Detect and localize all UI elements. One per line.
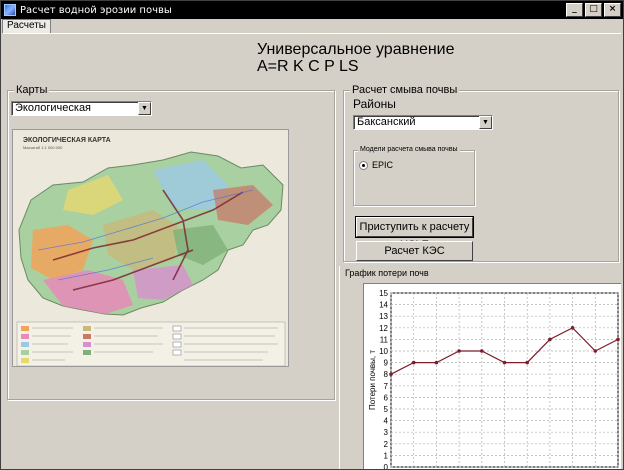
data-point — [593, 349, 598, 353]
y-axis-label: Потери почвы, т — [368, 350, 377, 410]
erosion-group-label: Расчет смыва почвы — [350, 84, 460, 96]
data-point — [434, 360, 439, 365]
chart-area: 0 1 2 3 4 5 6 7 8 9 10 11 12 13 14 15 Потери почвы, т — [363, 283, 621, 470]
tab-calculations[interactable]: Расчеты — [2, 19, 51, 33]
y-tick-label: 2 — [384, 440, 389, 449]
chevron-down-icon[interactable]: ▼ — [138, 102, 151, 115]
y-tick-label: 0 — [384, 463, 389, 470]
equation-formula: A=R K C P LS — [257, 58, 359, 75]
close-button[interactable]: × — [604, 3, 621, 17]
model-epic-label: EPIC — [372, 160, 394, 170]
data-point — [548, 337, 552, 342]
soil-loss-chart: 0123456789101112131415Потери почвы, т — [368, 289, 620, 470]
tab-content: Универсальное уравнение A=R K C P LS Кар… — [3, 33, 621, 469]
chevron-down-icon[interactable]: ▼ — [479, 116, 492, 129]
ecological-map-image: ЭКОЛОГИЧЕСКАЯ КАРТА Масштаб 1:1 000 000 — [12, 129, 289, 367]
y-tick-label: 4 — [384, 417, 389, 426]
radio-dot-icon[interactable] — [359, 160, 368, 170]
y-tick-label: 8 — [384, 370, 389, 379]
data-point — [457, 349, 461, 353]
map-graphic: ЭКОЛОГИЧЕСКАЯ КАРТА Масштаб 1:1 000 000 — [13, 130, 288, 366]
y-tick-label: 13 — [379, 312, 388, 321]
kes-button[interactable]: Расчет КЭС — [356, 241, 473, 261]
y-tick-label: 14 — [379, 301, 388, 310]
y-tick-label: 5 — [384, 405, 389, 414]
data-point — [411, 360, 416, 365]
equation-title: Универсальное уравнение — [257, 41, 455, 58]
app-window: Расчет водной эрозии почвы _ □ × Расчеты… — [0, 0, 624, 470]
data-point — [502, 360, 507, 365]
y-tick-label: 6 — [384, 393, 389, 402]
map-type-select[interactable]: Экологическая ▼ — [11, 101, 152, 116]
map-subtitle: Масштаб 1:1 000 000 — [23, 145, 63, 150]
equation-header: Универсальное уравнение A=R K C P LS — [257, 41, 455, 75]
window-title: Расчет водной эрозии почвы — [20, 4, 172, 16]
app-icon — [4, 4, 16, 16]
chart-title: График потери почв — [345, 268, 429, 278]
data-point — [480, 349, 484, 353]
y-tick-label: 3 — [384, 428, 389, 437]
y-tick-label: 7 — [384, 382, 389, 391]
plot-frame — [390, 292, 619, 468]
model-epic-radio[interactable]: EPIC — [359, 160, 393, 170]
title-bar[interactable]: Расчет водной эрозии почвы _ □ × — [1, 1, 623, 19]
district-select[interactable]: Баксанский ▼ — [353, 115, 493, 130]
districts-label: Районы — [353, 97, 396, 111]
data-point — [616, 337, 620, 342]
y-tick-label: 10 — [379, 347, 388, 356]
data-point — [570, 326, 575, 330]
map-title: ЭКОЛОГИЧЕСКАЯ КАРТА — [23, 137, 111, 144]
minimize-button[interactable]: _ — [566, 3, 583, 17]
y-tick-label: 12 — [379, 324, 388, 333]
data-point — [525, 360, 529, 365]
district-value: Баксанский — [357, 116, 416, 128]
start-usle-button[interactable]: Приступить к расчету USLE — [355, 216, 474, 251]
y-tick-label: 15 — [379, 289, 388, 298]
models-group-label: Модели расчета смыва почвы — [358, 146, 460, 153]
y-tick-label: 11 — [380, 335, 389, 344]
map-type-value: Экологическая — [15, 102, 92, 114]
maps-group-label: Карты — [14, 84, 50, 96]
y-tick-label: 1 — [384, 451, 389, 460]
maximize-button[interactable]: □ — [585, 3, 602, 17]
tab-strip: Расчеты — [1, 19, 623, 33]
data-point — [389, 372, 393, 376]
models-group: Модели расчета смыва почвы — [353, 146, 475, 206]
y-tick-label: 9 — [384, 359, 389, 368]
